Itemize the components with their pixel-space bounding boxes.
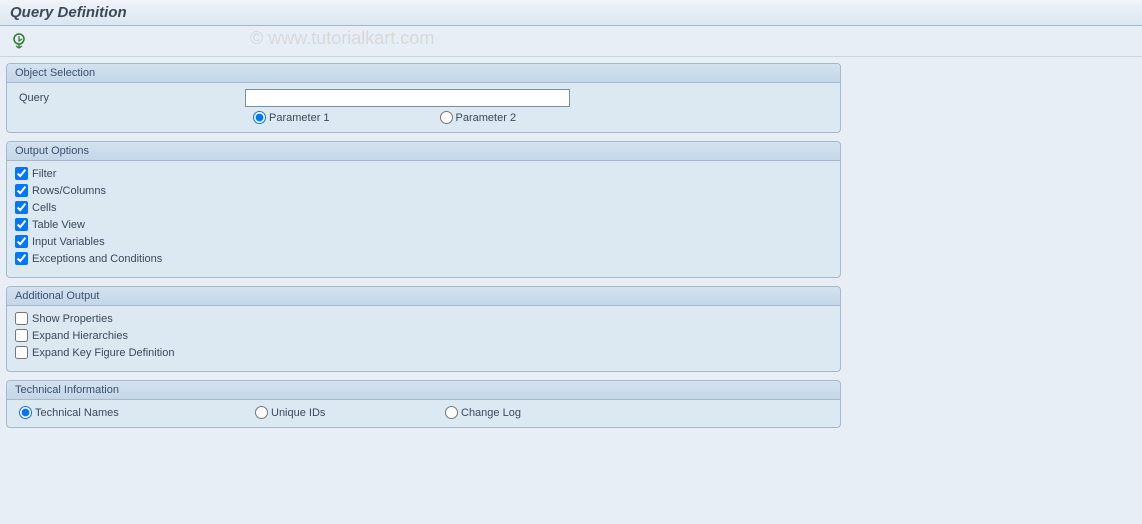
radio-input[interactable] [19, 406, 32, 419]
query-label: Query [15, 92, 245, 104]
checkbox-label: Filter [32, 168, 56, 180]
checkbox-label: Expand Hierarchies [32, 330, 128, 342]
radio-label: Technical Names [35, 407, 119, 419]
radio-label: Change Log [461, 407, 521, 419]
checkbox-input[interactable] [15, 235, 28, 248]
toolbar: © www.tutorialkart.com [0, 26, 1142, 57]
object-selection-group: Object Selection Query Parameter 1 Param… [6, 63, 841, 133]
checkbox-label: Cells [32, 202, 56, 214]
radio-input[interactable] [445, 406, 458, 419]
content-area: Object Selection Query Parameter 1 Param… [0, 57, 1142, 442]
checkbox-input[interactable] [15, 346, 28, 359]
checkbox-label: Rows/Columns [32, 185, 106, 197]
page-title: Query Definition [0, 0, 1142, 26]
checkbox-label: Input Variables [32, 236, 105, 248]
technical-info-header: Technical Information [7, 381, 840, 400]
radio-input[interactable] [255, 406, 268, 419]
checkbox-input[interactable] [15, 184, 28, 197]
checkbox-label: Table View [32, 219, 85, 231]
checkbox-input[interactable] [15, 312, 28, 325]
watermark-text: © www.tutorialkart.com [250, 28, 434, 49]
technical-info-radio[interactable]: Unique IDs [255, 406, 445, 419]
output-option-checkbox[interactable]: Exceptions and Conditions [15, 252, 832, 265]
output-option-checkbox[interactable]: Table View [15, 218, 832, 231]
parameter-2-radio[interactable]: Parameter 2 [440, 111, 517, 124]
checkbox-input[interactable] [15, 167, 28, 180]
technical-info-group: Technical Information Technical Names Uni… [6, 380, 841, 428]
output-options-group: Output Options Filter Rows/Columns Cells Ta… [6, 141, 841, 278]
additional-output-checkbox[interactable]: Expand Hierarchies [15, 329, 832, 342]
parameter-1-radio[interactable]: Parameter 1 [253, 111, 330, 124]
checkbox-label: Exceptions and Conditions [32, 253, 162, 265]
technical-info-radio[interactable]: Technical Names [15, 406, 255, 419]
additional-output-group: Additional Output Show Properties Expand … [6, 286, 841, 372]
output-option-checkbox[interactable]: Filter [15, 167, 832, 180]
technical-info-radio[interactable]: Change Log [445, 406, 521, 419]
output-option-checkbox[interactable]: Rows/Columns [15, 184, 832, 197]
checkbox-input[interactable] [15, 201, 28, 214]
output-option-checkbox[interactable]: Input Variables [15, 235, 832, 248]
additional-output-checkbox[interactable]: Expand Key Figure Definition [15, 346, 832, 359]
checkbox-input[interactable] [15, 252, 28, 265]
radio-label: Unique IDs [271, 407, 325, 419]
checkbox-label: Expand Key Figure Definition [32, 347, 174, 359]
parameter-2-label: Parameter 2 [456, 112, 517, 124]
output-option-checkbox[interactable]: Cells [15, 201, 832, 214]
output-options-header: Output Options [7, 142, 840, 161]
checkbox-label: Show Properties [32, 313, 113, 325]
execute-icon[interactable] [10, 32, 28, 50]
object-selection-header: Object Selection [7, 64, 840, 83]
checkbox-input[interactable] [15, 329, 28, 342]
parameter-1-label: Parameter 1 [269, 112, 330, 124]
additional-output-checkbox[interactable]: Show Properties [15, 312, 832, 325]
checkbox-input[interactable] [15, 218, 28, 231]
additional-output-header: Additional Output [7, 287, 840, 306]
query-input[interactable] [245, 89, 570, 107]
